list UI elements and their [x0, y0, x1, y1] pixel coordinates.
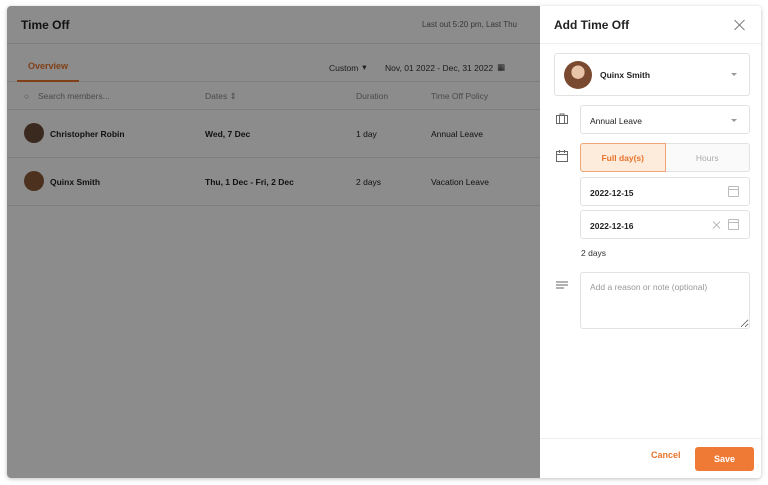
days-count: 2 days [581, 248, 607, 258]
drawer-title: Add Time Off [554, 17, 630, 32]
app-window: Time Off Last out 5:20 pm, Last Thu Over… [7, 6, 761, 478]
close-icon[interactable] [733, 18, 747, 32]
hours-option[interactable]: Hours [665, 143, 750, 172]
add-time-off-drawer: Add Time Off Quinx Smith Annual Leave Fu… [540, 6, 761, 478]
drawer-footer: Cancel Save [540, 438, 761, 478]
end-date-value: 2022-12-16 [590, 221, 634, 231]
calendar-icon [556, 150, 568, 162]
calendar-icon [728, 186, 739, 197]
end-date-field[interactable]: 2022-12-16 [580, 210, 750, 239]
duration-mode-toggle: Full day(s) Hours [580, 143, 750, 172]
note-field[interactable] [580, 272, 750, 329]
modal-overlay[interactable] [7, 6, 540, 478]
drawer-header: Add Time Off [540, 6, 761, 44]
cancel-button[interactable]: Cancel [651, 450, 681, 460]
notes-icon [556, 281, 568, 289]
chevron-down-icon [731, 119, 737, 122]
member-select[interactable]: Quinx Smith [554, 53, 750, 96]
clear-icon[interactable] [712, 220, 721, 229]
policy-select[interactable]: Annual Leave [580, 105, 750, 134]
avatar [564, 61, 592, 89]
member-name: Quinx Smith [600, 70, 651, 80]
start-date-field[interactable]: 2022-12-15 [580, 177, 750, 206]
save-button[interactable]: Save [695, 447, 754, 471]
policy-value: Annual Leave [590, 116, 642, 126]
start-date-value: 2022-12-15 [590, 188, 634, 198]
full-days-option[interactable]: Full day(s) [580, 143, 666, 172]
chevron-down-icon [731, 73, 737, 76]
calendar-icon [728, 219, 739, 230]
briefcase-icon [556, 113, 568, 124]
